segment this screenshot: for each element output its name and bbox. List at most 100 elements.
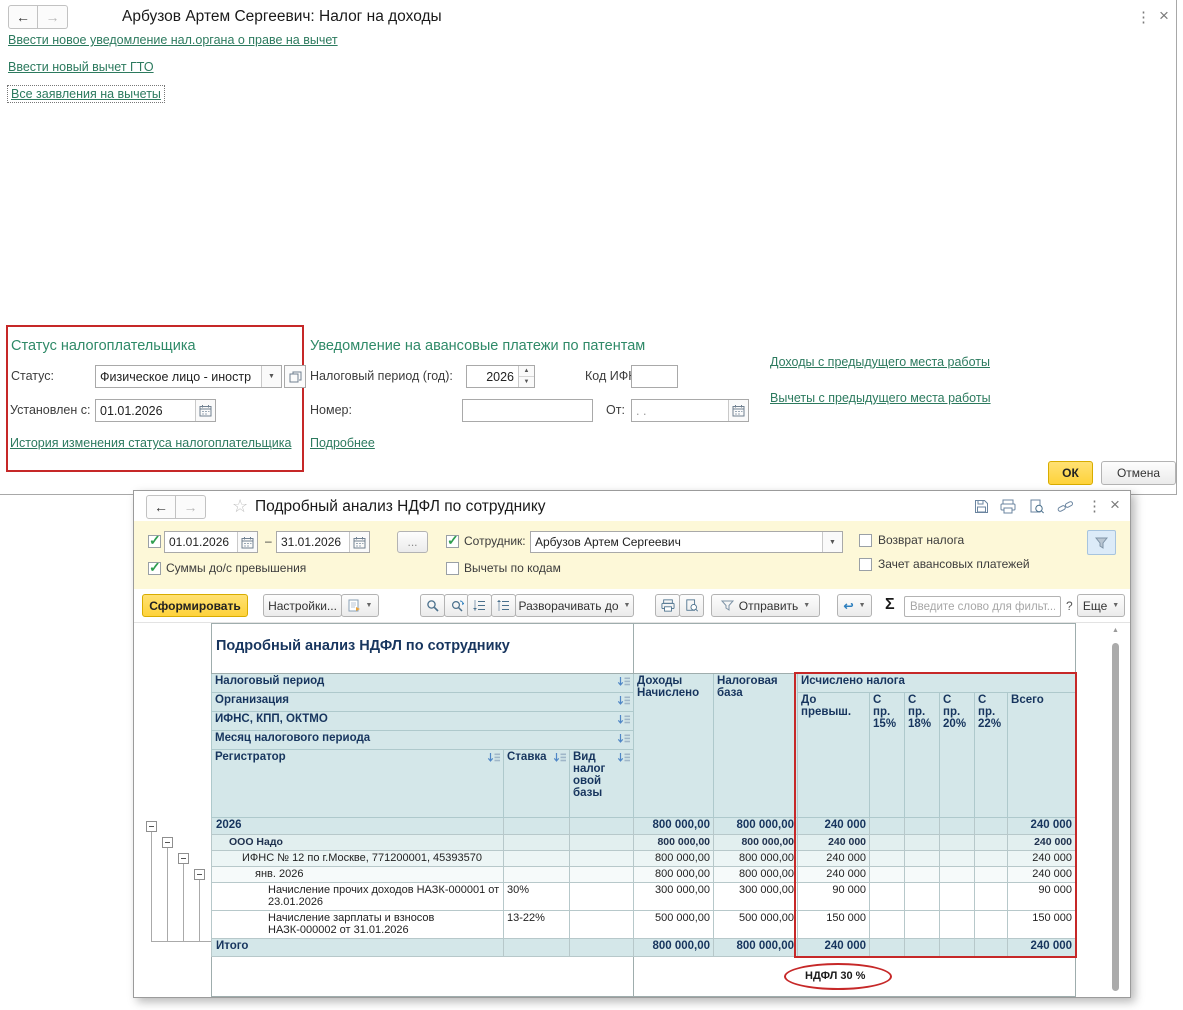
spin-up-icon[interactable]: ▲: [519, 366, 534, 377]
tax-period-spinner[interactable]: 2026 ▲ ▼: [466, 365, 535, 388]
close-icon[interactable]: ×: [1159, 6, 1169, 26]
header-tax-period[interactable]: Налоговый период: [212, 674, 634, 693]
sort-icon[interactable]: [617, 752, 631, 764]
report-row-month[interactable]: янв. 2026800 000,00800 000,00240 000240 …: [212, 867, 1076, 883]
print-preview-icon[interactable]: [1029, 499, 1045, 514]
print-preview-button[interactable]: [679, 594, 704, 617]
header-ifns-kpp-oktmo[interactable]: ИФНС, КПП, ОКТМО: [212, 712, 634, 731]
status-combobox[interactable]: Физическое лицо - иностр ▼: [95, 365, 282, 388]
report-row-doc[interactable]: Начисление прочих доходов НАЗК-000001 от…: [212, 883, 1076, 911]
report-variants-button[interactable]: ▼: [341, 594, 379, 617]
spin-down-icon[interactable]: ▼: [519, 377, 534, 387]
quick-filter-input[interactable]: [904, 596, 1061, 617]
filter-settings-button[interactable]: [1087, 530, 1116, 555]
forward-icon[interactable]: →: [176, 495, 206, 519]
link-chain-icon[interactable]: [1057, 499, 1074, 514]
link-previous-income[interactable]: Доходы с предыдущего места работы: [770, 355, 990, 369]
expand-to-button[interactable]: Разворачивать до ▼: [515, 594, 634, 617]
header-tax-base[interactable]: Налоговая база: [714, 674, 798, 818]
status-date-field[interactable]: 01.01.2026: [95, 399, 216, 422]
favorite-star-icon[interactable]: ☆: [232, 496, 248, 517]
more-icon[interactable]: ⋮: [1087, 497, 1102, 515]
collapse-toggle-month[interactable]: [194, 869, 205, 880]
link-details[interactable]: Подробнее: [310, 436, 375, 450]
sort-icon[interactable]: [553, 752, 567, 764]
more-icon[interactable]: ⋮: [1136, 8, 1151, 26]
report-row-ifns[interactable]: ИФНС № 12 по г.Москве, 771200001, 453935…: [212, 851, 1076, 867]
print-button[interactable]: [655, 594, 680, 617]
deductions-by-codes-checkbox[interactable]: [446, 562, 459, 575]
expand-groups-button[interactable]: [467, 594, 492, 617]
sum-icon[interactable]: Σ: [885, 596, 895, 614]
sort-icon[interactable]: [617, 714, 631, 726]
period-checkbox[interactable]: [148, 535, 161, 548]
help-icon[interactable]: ?: [1066, 599, 1073, 613]
more-actions-button[interactable]: Еще ▼: [1077, 594, 1125, 617]
link-previous-deductions[interactable]: Вычеты с предыдущего места работы: [770, 391, 991, 405]
number-field[interactable]: [462, 399, 593, 422]
header-base-kind[interactable]: Вид налоговой базы: [570, 750, 634, 818]
date-to-field[interactable]: 31.01.2026: [276, 531, 370, 553]
report-row-year[interactable]: 2026800 000,00800 000,00240 000240 000: [212, 818, 1076, 835]
sort-icon[interactable]: [487, 752, 501, 764]
settings-button[interactable]: Настройки...: [263, 594, 342, 617]
save-icon[interactable]: [974, 499, 989, 514]
ok-button[interactable]: ОК: [1048, 461, 1093, 485]
from-date-field[interactable]: . .: [631, 399, 749, 422]
calendar-icon[interactable]: [195, 400, 215, 421]
link-new-gto-deduction[interactable]: Ввести новый вычет ГТО: [8, 60, 154, 74]
calendar-icon[interactable]: [728, 400, 748, 421]
header-calculated-tax[interactable]: Исчислено налога: [798, 674, 1076, 693]
sort-icon[interactable]: [617, 676, 631, 688]
report-row-org[interactable]: ООО Надо800 000,00800 000,00240 000240 0…: [212, 835, 1076, 851]
spinner-buttons[interactable]: ▲ ▼: [518, 366, 534, 387]
link-status-history[interactable]: История изменения статуса налогоплательщ…: [10, 436, 291, 450]
header-organization[interactable]: Организация: [212, 693, 634, 712]
calendar-icon[interactable]: [349, 532, 369, 552]
tax-refund-checkbox[interactable]: [859, 534, 872, 547]
header-rate-20[interactable]: С пр. 20%: [940, 693, 975, 818]
header-total[interactable]: Всего: [1008, 693, 1076, 818]
calendar-icon[interactable]: [237, 532, 257, 552]
employee-checkbox[interactable]: [446, 535, 459, 548]
ifns-code-field[interactable]: [631, 365, 678, 388]
collapse-toggle-year[interactable]: [146, 821, 157, 832]
cancel-button[interactable]: Отмена: [1101, 461, 1176, 485]
search-button[interactable]: [420, 594, 445, 617]
search-next-button[interactable]: [444, 594, 469, 617]
back-icon[interactable]: ←: [8, 5, 38, 29]
date-from-field[interactable]: 01.01.2026: [164, 531, 258, 553]
undo-button[interactable]: ↩ ▼: [837, 594, 872, 617]
send-button[interactable]: Отправить ▼: [711, 594, 820, 617]
forward-icon[interactable]: →: [38, 5, 68, 29]
collapse-groups-button[interactable]: [491, 594, 516, 617]
header-rate-22[interactable]: С пр. 22%: [975, 693, 1008, 818]
chevron-down-icon[interactable]: ▼: [261, 366, 281, 387]
report-row-doc[interactable]: Начисление зарплаты и взносов НАЗК-00000…: [212, 911, 1076, 939]
header-rate-15[interactable]: С пр. 15%: [870, 693, 905, 818]
print-icon[interactable]: [1000, 499, 1016, 514]
header-month[interactable]: Месяц налогового периода: [212, 731, 634, 750]
link-new-tax-notice[interactable]: Ввести новое уведомление нал.органа о пр…: [8, 33, 338, 47]
link-all-deduction-claims[interactable]: Все заявления на вычеты: [8, 86, 164, 102]
sort-icon[interactable]: [617, 733, 631, 745]
sort-icon[interactable]: [617, 695, 631, 707]
scroll-up-icon[interactable]: ▲: [1112, 627, 1119, 634]
header-before-excess[interactable]: До превыш.: [798, 693, 870, 818]
header-rate-18[interactable]: С пр. 18%: [905, 693, 940, 818]
header-rate[interactable]: Ставка: [504, 750, 570, 818]
back-icon[interactable]: ←: [146, 495, 176, 519]
vertical-scrollbar[interactable]: [1112, 643, 1119, 991]
chevron-down-icon[interactable]: ▼: [822, 532, 842, 552]
more-periods-button[interactable]: ...: [397, 531, 428, 553]
header-registrar[interactable]: Регистратор: [212, 750, 504, 818]
collapse-toggle-ifns[interactable]: [178, 853, 189, 864]
header-income-accrued[interactable]: ДоходыНачислено: [634, 674, 714, 818]
advance-offset-checkbox[interactable]: [859, 558, 872, 571]
generate-button[interactable]: Сформировать: [142, 594, 248, 617]
report-row-total[interactable]: Итого800 000,00800 000,00240 000240 000: [212, 939, 1076, 957]
collapse-toggle-org[interactable]: [162, 837, 173, 848]
open-status-button[interactable]: [284, 365, 306, 388]
employee-combobox[interactable]: Арбузов Артем Сергеевич ▼: [530, 531, 843, 553]
close-icon[interactable]: ×: [1110, 495, 1120, 515]
